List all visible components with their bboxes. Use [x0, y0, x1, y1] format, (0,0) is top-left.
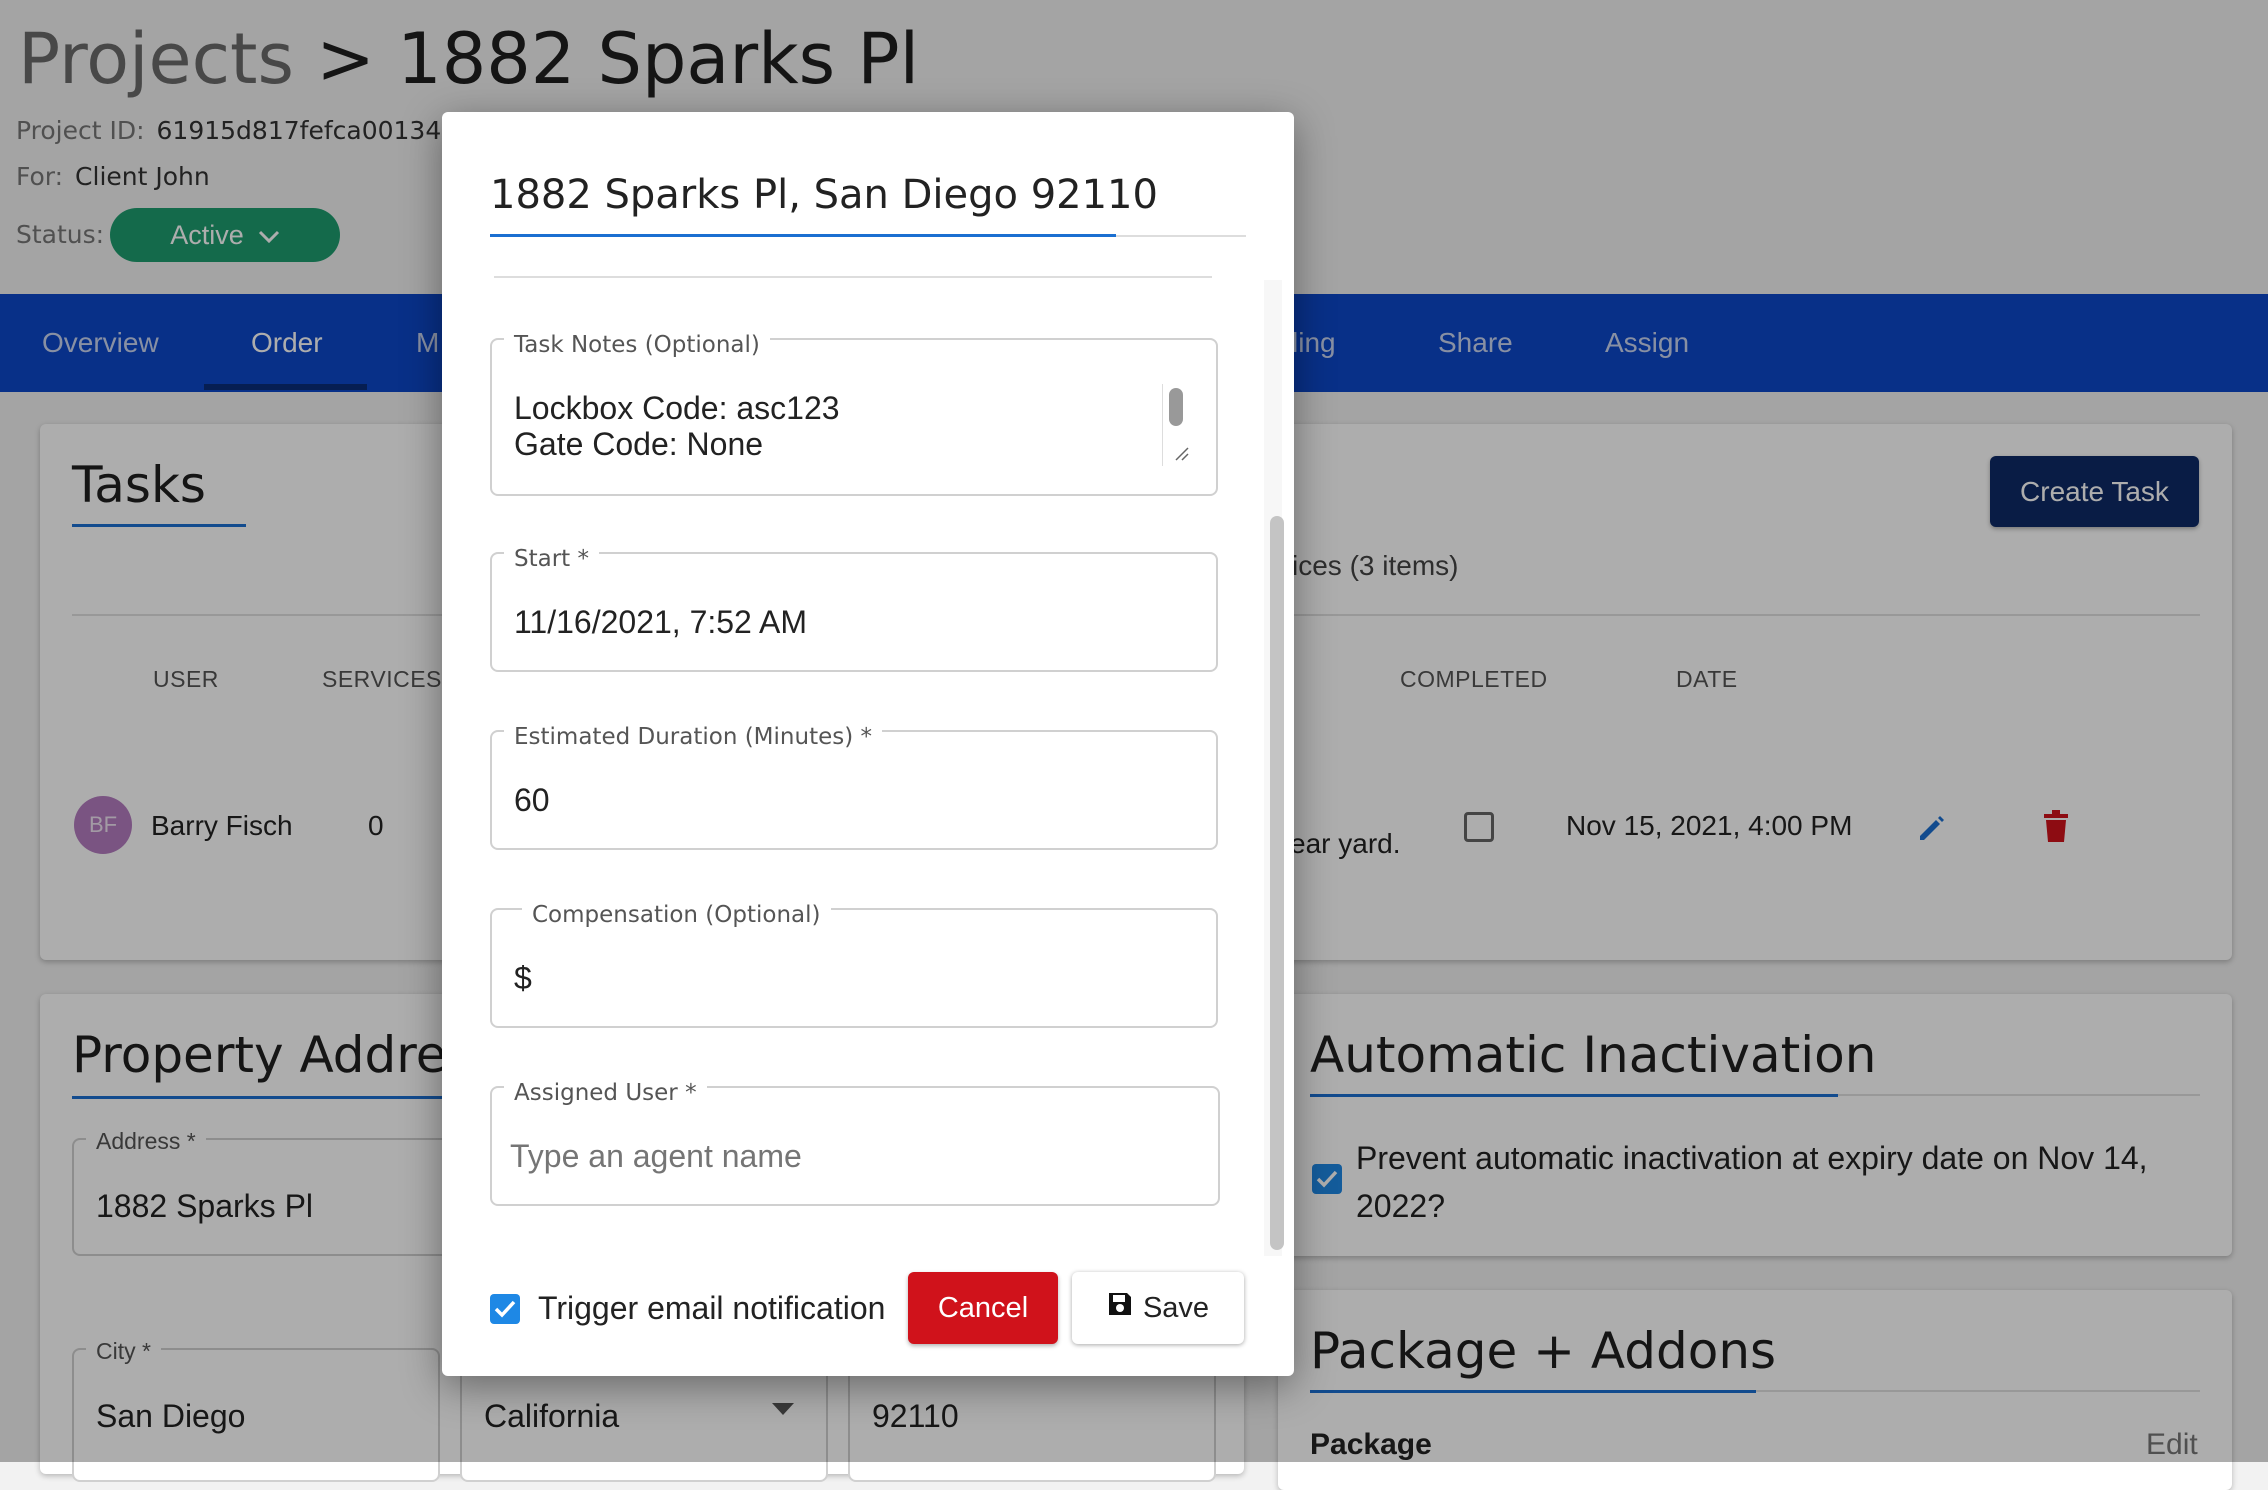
duration-label: Estimated Duration (Minutes) * — [504, 724, 883, 750]
start-label: Start * — [504, 546, 599, 572]
assigned-user-label: Assigned User * — [504, 1080, 707, 1106]
compensation-label: Compensation (Optional) — [522, 902, 831, 928]
start-value: 11/16/2021, 7:52 AM — [514, 604, 807, 640]
dialog-scrollbar-thumb[interactable] — [1270, 516, 1284, 1250]
cancel-button[interactable]: Cancel — [908, 1272, 1058, 1344]
assigned-user-input[interactable] — [508, 1126, 1192, 1186]
dialog-scroll-top-divider — [494, 276, 1212, 278]
dialog-title-divider — [1116, 235, 1246, 237]
duration-value: 60 — [514, 782, 550, 818]
floppy-disk-icon — [1107, 1291, 1133, 1325]
task-notes-line-2: Gate Code: None — [514, 426, 764, 462]
email-notification-checkbox[interactable] — [490, 1294, 520, 1324]
save-label: Save — [1142, 1291, 1210, 1324]
task-notes-label: Task Notes (Optional) — [504, 332, 770, 358]
resize-handle-icon[interactable] — [1174, 446, 1190, 467]
dialog-title-underline — [490, 234, 1116, 237]
task-notes-line-1: Lockbox Code: asc123 — [514, 390, 840, 426]
compensation-currency: $ — [514, 960, 532, 996]
dialog-title: 1882 Sparks Pl, San Diego 92110 — [490, 172, 1158, 218]
save-button[interactable]: Save — [1072, 1272, 1244, 1344]
email-notification-label: Trigger email notification — [538, 1290, 886, 1326]
